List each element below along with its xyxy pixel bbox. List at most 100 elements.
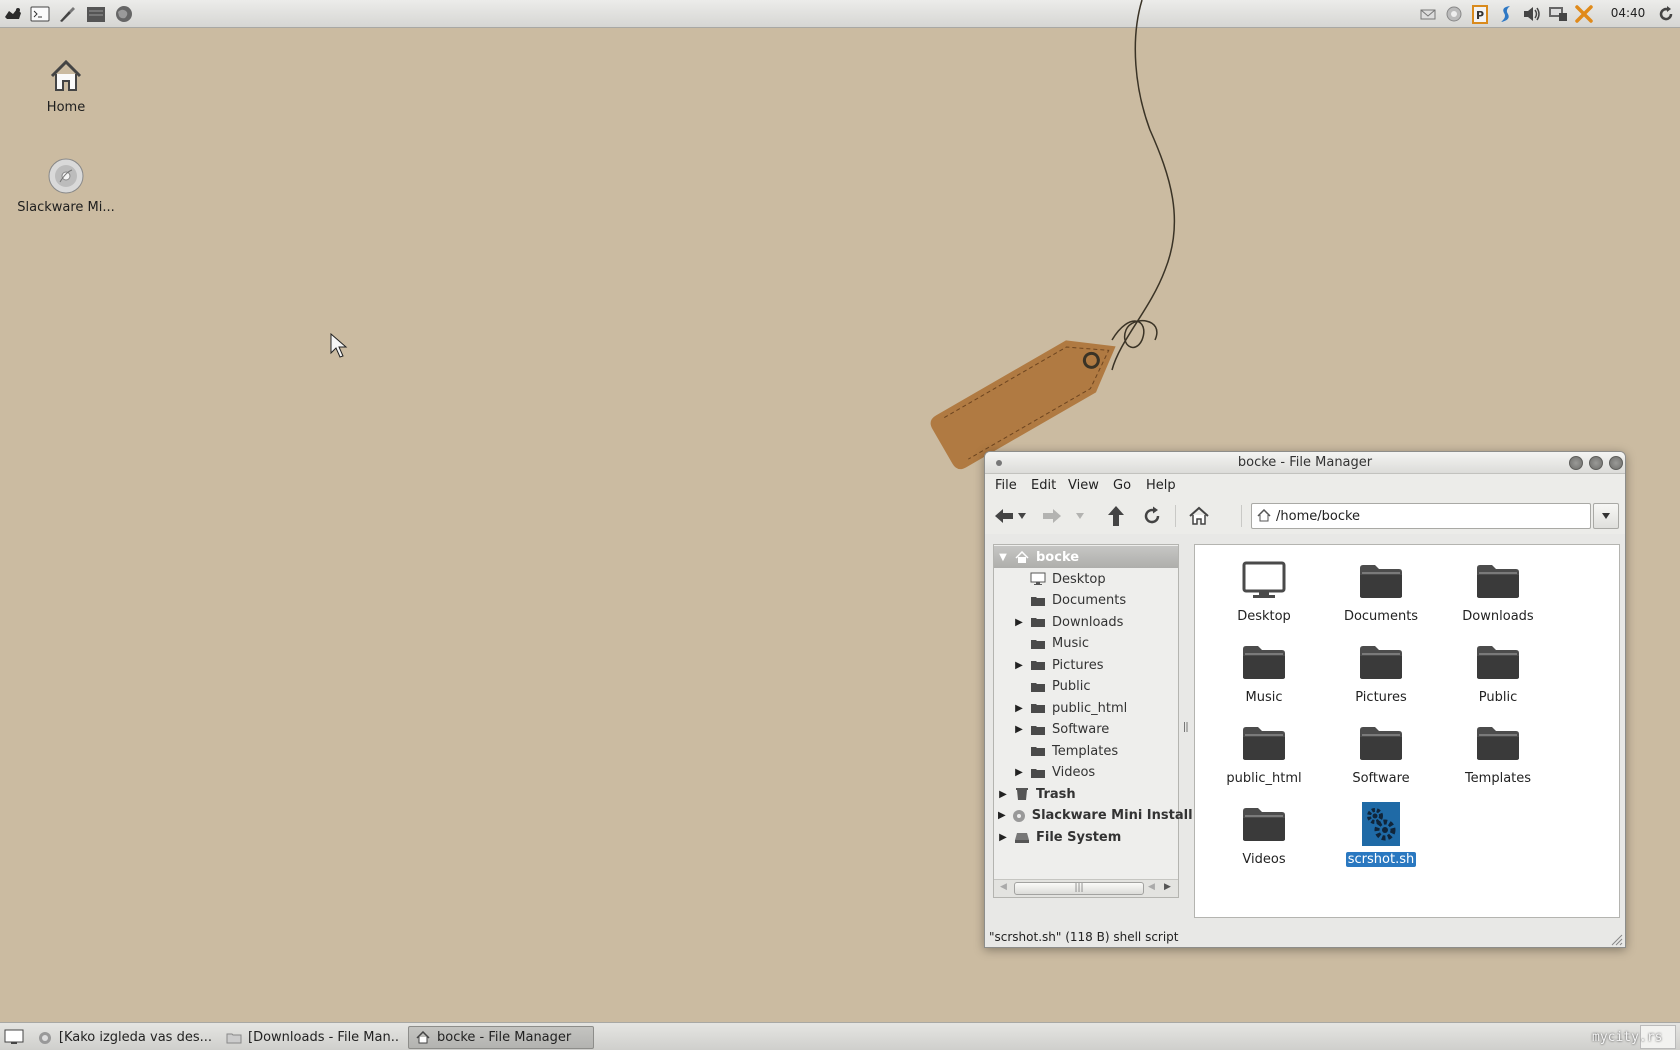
file-item-templates[interactable]: Templates xyxy=(1443,719,1553,795)
wallpaper-tag-illustration xyxy=(930,0,1176,470)
file-item-software[interactable]: Software xyxy=(1326,719,1436,795)
file-item-videos[interactable]: Videos xyxy=(1209,800,1319,876)
tree-item-documents[interactable]: Documents xyxy=(994,590,1178,612)
minimize-button[interactable] xyxy=(1569,456,1583,470)
tree-item-videos[interactable]: ▶ Videos xyxy=(994,762,1178,784)
tree-item-slackware-mini-install[interactable]: ▶ Slackware Mini Install xyxy=(994,805,1193,827)
file-icon-view[interactable]: Desktop Documents Downloads Music Pictures Pu… xyxy=(1194,544,1620,918)
menu-view[interactable]: View xyxy=(1068,478,1099,493)
file-manager-icon[interactable] xyxy=(85,3,107,25)
file-item-pictures[interactable]: Pictures xyxy=(1326,638,1436,714)
scrollbar-thumb[interactable]: ||| xyxy=(1014,882,1144,895)
file-item-label: Templates xyxy=(1464,771,1532,786)
resize-grip-icon[interactable] xyxy=(1611,934,1623,946)
menu-help[interactable]: Help xyxy=(1146,478,1176,493)
file-item-label: Pictures xyxy=(1355,690,1407,705)
volume-icon[interactable] xyxy=(1522,4,1542,24)
desktop-disc-icon[interactable]: Slackware Mi... xyxy=(6,156,126,215)
file-item-scrshot-sh[interactable]: scrshot.sh xyxy=(1326,800,1436,876)
menu-go[interactable]: Go xyxy=(1113,478,1131,493)
network-icon[interactable] xyxy=(1548,4,1568,24)
clipboard-icon[interactable]: P xyxy=(1470,4,1490,24)
terminal-icon[interactable] xyxy=(29,3,51,25)
tree-item-trash[interactable]: ▶ Trash xyxy=(994,783,1178,805)
tree-item-music[interactable]: Music xyxy=(994,633,1178,655)
tree-item-label: File System xyxy=(1036,829,1122,845)
sidebar-tree[interactable]: ▼ bocke Desktop Documents ▶ Downloads Music ▶… xyxy=(993,544,1193,898)
tree-item-software[interactable]: ▶ Software xyxy=(994,719,1178,741)
close-button[interactable] xyxy=(1609,456,1623,470)
toolbar-separator xyxy=(1175,505,1176,527)
collapse-icon[interactable]: ▼ xyxy=(998,552,1008,563)
mail-icon[interactable] xyxy=(1418,4,1438,24)
window-titlebar[interactable]: bocke - File Manager xyxy=(985,452,1625,474)
location-path[interactable]: /home/bocke xyxy=(1276,509,1360,524)
scroll-left-arrow[interactable]: ◀ xyxy=(1148,882,1155,892)
tree-item-public[interactable]: Public xyxy=(994,676,1178,698)
expand-icon[interactable]: ▶ xyxy=(998,789,1008,800)
update-notifier-icon[interactable] xyxy=(1444,4,1464,24)
folder-icon xyxy=(226,1030,242,1046)
file-item-public-html[interactable]: public_html xyxy=(1209,719,1319,795)
clock[interactable]: 04:40 xyxy=(1610,6,1646,20)
back-history-dropdown[interactable] xyxy=(1015,505,1029,527)
sidebar-horizontal-scrollbar[interactable]: ◀ ||| ◀ ▶ xyxy=(994,879,1178,897)
status-text: "scrshot.sh" (118 B) shell script xyxy=(989,930,1179,944)
file-item-downloads[interactable]: Downloads xyxy=(1443,557,1553,633)
taskbar-item[interactable]: [Kako izgleda vas des... xyxy=(32,1026,212,1049)
back-button[interactable] xyxy=(993,505,1015,527)
expand-icon[interactable]: ▶ xyxy=(998,832,1008,843)
forward-button[interactable] xyxy=(1041,505,1063,527)
file-item-music[interactable]: Music xyxy=(1209,638,1319,714)
tree-item-file-system[interactable]: ▶ File System xyxy=(994,826,1178,848)
folder-icon xyxy=(1030,658,1046,672)
location-field[interactable]: /home/bocke xyxy=(1251,503,1591,529)
file-item-label: Documents xyxy=(1343,609,1419,624)
expand-icon[interactable]: ▶ xyxy=(1014,724,1024,735)
tree-item-downloads[interactable]: ▶ Downloads xyxy=(994,611,1178,633)
menu-file[interactable]: File xyxy=(995,478,1017,493)
expand-icon[interactable]: ▶ xyxy=(1014,617,1024,628)
expand-icon[interactable]: ▶ xyxy=(1014,767,1024,778)
expand-icon[interactable]: ▶ xyxy=(1014,660,1024,671)
forward-history-dropdown[interactable] xyxy=(1073,505,1087,527)
expand-icon[interactable]: ▶ xyxy=(998,810,1006,821)
show-desktop-icon[interactable] xyxy=(4,1028,24,1046)
folder-icon xyxy=(1240,719,1288,767)
web-browser-icon[interactable] xyxy=(113,3,135,25)
tree-item-desktop[interactable]: Desktop xyxy=(994,568,1178,590)
folder-icon xyxy=(1030,615,1046,629)
location-history-dropdown[interactable] xyxy=(1593,503,1619,529)
reload-button[interactable] xyxy=(1141,505,1163,527)
file-item-label: Downloads xyxy=(1462,609,1534,624)
scroll-left-arrow[interactable]: ◀ xyxy=(1000,882,1007,892)
tree-item-templates[interactable]: Templates xyxy=(994,740,1178,762)
home-button[interactable] xyxy=(1188,505,1210,527)
desktop-home-icon[interactable]: Home xyxy=(6,56,126,115)
app-menu-icon[interactable] xyxy=(2,3,24,25)
refresh-icon[interactable] xyxy=(1656,4,1676,24)
settings-brush-icon[interactable] xyxy=(56,3,78,25)
steam-icon[interactable] xyxy=(1496,4,1516,24)
taskbar-item-label: bocke - File Manager xyxy=(437,1030,572,1045)
scroll-right-arrow[interactable]: ▶ xyxy=(1164,882,1171,892)
taskbar-item[interactable]: [Downloads - File Man... xyxy=(220,1026,400,1049)
file-item-label: Software xyxy=(1352,771,1410,786)
file-item-public[interactable]: Public xyxy=(1443,638,1553,714)
pane-resize-handle[interactable] xyxy=(1184,722,1188,732)
folder-icon xyxy=(1030,766,1046,780)
home-icon xyxy=(1014,550,1030,564)
tree-item-pictures[interactable]: ▶ Pictures xyxy=(994,654,1178,676)
tree-item-bocke[interactable]: ▼ bocke xyxy=(994,546,1178,568)
menu-edit[interactable]: Edit xyxy=(1031,478,1056,493)
taskbar-item-active[interactable]: bocke - File Manager xyxy=(408,1026,594,1049)
tree-item-public-html[interactable]: ▶ public_html xyxy=(994,697,1178,719)
maximize-button[interactable] xyxy=(1589,456,1603,470)
trash-icon xyxy=(1014,787,1030,801)
close-x-icon[interactable] xyxy=(1574,4,1594,24)
expand-icon[interactable]: ▶ xyxy=(1014,703,1024,714)
up-button[interactable] xyxy=(1105,505,1127,527)
home-icon xyxy=(1257,508,1271,527)
file-item-documents[interactable]: Documents xyxy=(1326,557,1436,633)
file-item-desktop[interactable]: Desktop xyxy=(1209,557,1319,633)
